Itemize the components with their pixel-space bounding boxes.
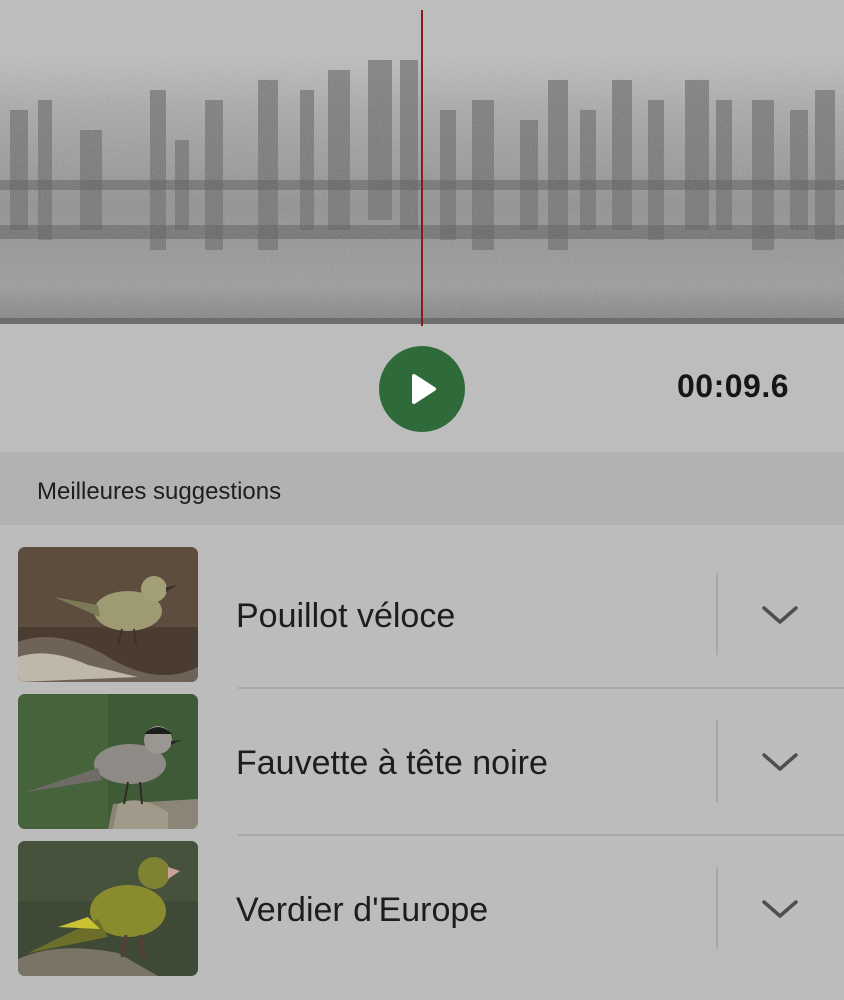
species-thumbnail	[18, 694, 198, 829]
divider	[716, 573, 718, 655]
species-name: Pouillot véloce	[236, 597, 456, 635]
spectrogram-image	[0, 10, 844, 326]
species-name: Verdier d'Europe	[236, 891, 489, 929]
divider	[716, 720, 718, 802]
play-icon	[412, 374, 436, 404]
species-name: Fauvette à tête noire	[236, 744, 548, 782]
chevron-down-icon	[762, 606, 798, 624]
list-item[interactable]: Fauvette à tête noire	[0, 672, 844, 836]
expand-button[interactable]	[740, 724, 820, 800]
expand-button[interactable]	[740, 577, 820, 653]
chevron-down-icon	[762, 900, 798, 918]
spectrogram[interactable]	[0, 0, 844, 330]
divider	[716, 867, 718, 949]
suggestions-list: Pouillot véloce Fauvette à tête noire Ve…	[0, 525, 844, 1000]
species-thumbnail	[18, 841, 198, 976]
player-controls: 00:09.6	[0, 330, 844, 452]
list-item[interactable]: Pouillot véloce	[0, 525, 844, 689]
expand-button[interactable]	[740, 871, 820, 947]
chevron-down-icon	[762, 753, 798, 771]
suggestions-header: Meilleures suggestions	[0, 452, 844, 525]
section-title: Meilleures suggestions	[37, 478, 282, 505]
species-thumbnail	[18, 547, 198, 682]
play-button[interactable]	[379, 346, 465, 432]
timecode: 00:09.6	[676, 368, 789, 404]
list-item[interactable]: Verdier d'Europe	[0, 819, 844, 976]
